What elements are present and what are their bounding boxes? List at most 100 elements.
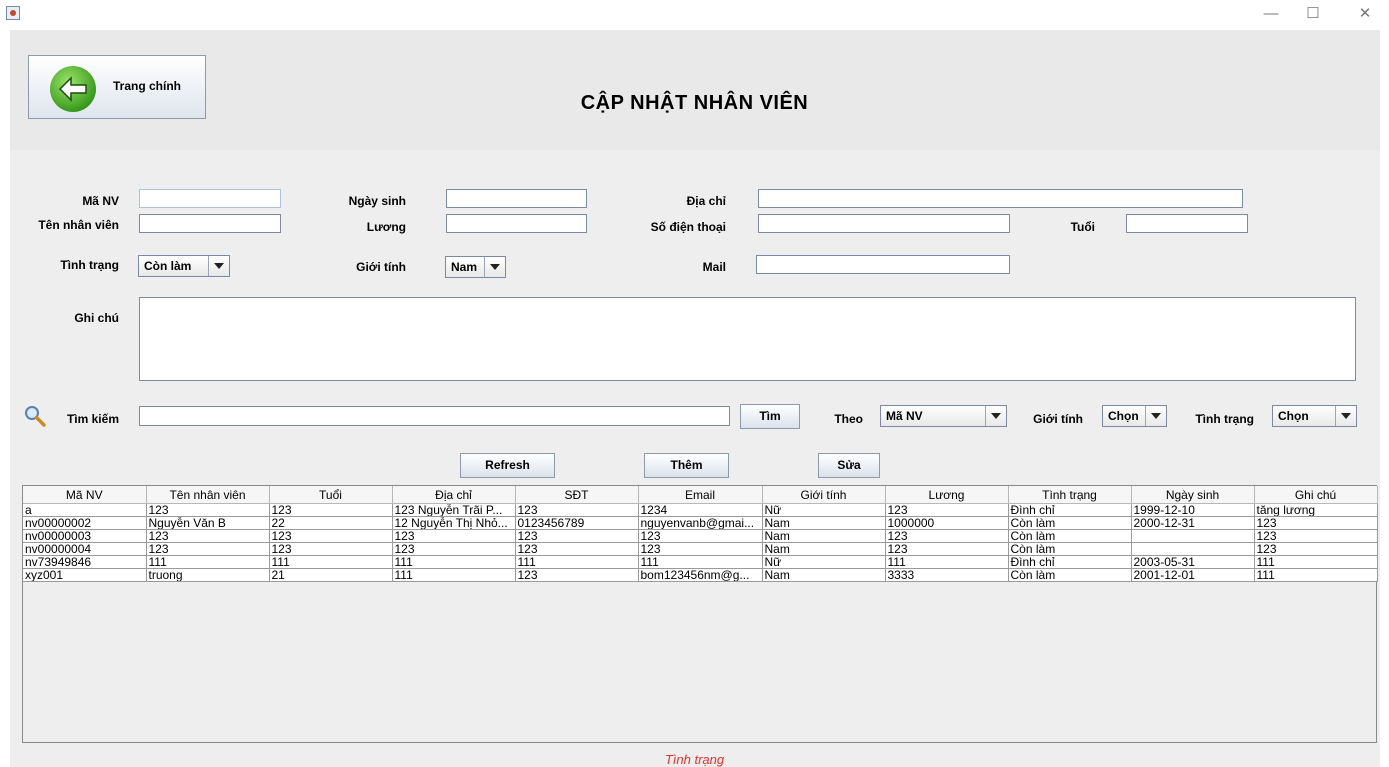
table-cell[interactable]: Còn làm <box>1008 568 1132 582</box>
add-button[interactable]: Thêm <box>644 453 729 478</box>
table-cell[interactable]: 123 <box>269 542 393 556</box>
table-cell[interactable]: Nam <box>762 542 886 556</box>
table-cell[interactable]: 123 <box>392 542 516 556</box>
table-cell[interactable]: 21 <box>269 568 393 582</box>
table-cell[interactable]: 123 Nguyễn Trãi P... <box>392 503 516 517</box>
gioi-tinh-select[interactable]: Nam <box>445 256 506 278</box>
table-cell[interactable]: 123 <box>885 529 1009 543</box>
table-cell[interactable]: tăng lương <box>1254 503 1378 517</box>
table-cell[interactable]: truong <box>146 568 270 582</box>
table-row[interactable]: nv00000002 Nguyễn Văn B 22 12 Nguyễn Thị Nh… <box>23 516 1378 530</box>
table-cell[interactable] <box>1131 542 1255 556</box>
table-cell[interactable] <box>1131 529 1255 543</box>
column-header[interactable]: Lương <box>885 486 1009 504</box>
table-row[interactable]: xyz001 truong 21 111 123 bom123456nm@g... Nam 3… <box>23 568 1378 582</box>
table-cell[interactable]: 0123456789 <box>515 516 639 530</box>
table-cell[interactable]: 1999-12-10 <box>1131 503 1255 517</box>
dia-chi-input[interactable] <box>758 189 1243 208</box>
table-cell[interactable]: 123 <box>885 542 1009 556</box>
column-header[interactable]: Ghi chú <box>1254 486 1378 504</box>
table-cell[interactable]: nv00000002 <box>23 516 147 530</box>
search-gioi-tinh-select[interactable]: Chọn <box>1102 405 1167 427</box>
table-cell[interactable]: 123 <box>269 529 393 543</box>
tinh-trang-select[interactable]: Còn làm <box>138 255 230 277</box>
table-cell[interactable]: 111 <box>638 555 763 569</box>
table-cell[interactable]: 111 <box>146 555 270 569</box>
table-cell[interactable]: Nam <box>762 516 886 530</box>
table-cell[interactable]: 123 <box>146 529 270 543</box>
table-row[interactable]: nv00000003 123 123 123 123 123 Nam 123 Còn làm 12… <box>23 529 1378 543</box>
column-header[interactable]: Tên nhân viên <box>146 486 270 504</box>
mail-input[interactable] <box>756 255 1010 274</box>
ghi-chu-textarea[interactable] <box>139 297 1356 381</box>
table-cell[interactable]: Còn làm <box>1008 542 1132 556</box>
table-cell[interactable]: Nam <box>762 568 886 582</box>
table-cell[interactable]: Nam <box>762 529 886 543</box>
column-header[interactable]: Tuổi <box>269 486 393 504</box>
table-cell[interactable]: bom123456nm@g... <box>638 568 763 582</box>
table-cell[interactable]: 123 <box>146 503 270 517</box>
table-cell[interactable]: Đình chỉ <box>1008 503 1132 517</box>
column-header[interactable]: Email <box>638 486 763 504</box>
table-cell[interactable]: 123 <box>146 542 270 556</box>
ten-nv-input[interactable] <box>139 214 281 233</box>
table-cell[interactable]: Còn làm <box>1008 516 1132 530</box>
table-cell[interactable]: 22 <box>269 516 393 530</box>
table-cell[interactable]: 123 <box>269 503 393 517</box>
column-header[interactable]: Tình trạng <box>1008 486 1132 504</box>
luong-input[interactable] <box>446 214 587 233</box>
table-row[interactable]: nv00000004 123 123 123 123 123 Nam 123 Còn làm 12… <box>23 542 1378 556</box>
table-cell[interactable]: 123 <box>515 568 639 582</box>
employee-table[interactable]: Mã NV Tên nhân viên Tuổi Địa chỉ SĐT Email Giớ… <box>22 485 1378 743</box>
sdt-input[interactable] <box>758 214 1010 233</box>
table-cell[interactable]: 12 Nguyễn Thị Nhỏ... <box>392 516 516 530</box>
table-cell[interactable]: 123 <box>515 542 639 556</box>
table-cell[interactable]: 123 <box>638 542 763 556</box>
table-row[interactable]: nv73949846 111 111 111 111 111 Nữ 111 Đình chỉ 20… <box>23 555 1378 569</box>
table-cell[interactable]: 111 <box>885 555 1009 569</box>
column-header[interactable]: Địa chỉ <box>392 486 516 504</box>
table-cell[interactable]: 2001-12-01 <box>1131 568 1255 582</box>
table-cell[interactable]: a <box>23 503 147 517</box>
table-cell[interactable]: Đình chỉ <box>1008 555 1132 569</box>
table-cell[interactable]: Nữ <box>762 503 886 517</box>
table-cell[interactable]: 111 <box>392 568 516 582</box>
table-cell[interactable]: nguyenvanb@gmai... <box>638 516 763 530</box>
edit-button[interactable]: Sửa <box>818 453 880 478</box>
column-header[interactable]: Giới tính <box>762 486 886 504</box>
table-cell[interactable]: 123 <box>515 503 639 517</box>
table-cell[interactable]: 2000-12-31 <box>1131 516 1255 530</box>
table-cell[interactable]: 123 <box>1254 529 1378 543</box>
refresh-button[interactable]: Refresh <box>460 453 555 478</box>
table-cell[interactable]: 123 <box>1254 516 1378 530</box>
table-cell[interactable]: 123 <box>638 529 763 543</box>
maximize-button[interactable]: ☐ <box>1298 4 1328 24</box>
table-cell[interactable]: xyz001 <box>23 568 147 582</box>
column-header[interactable]: SĐT <box>515 486 639 504</box>
ma-nv-input[interactable] <box>139 189 281 208</box>
table-cell[interactable]: 111 <box>392 555 516 569</box>
search-input[interactable] <box>139 406 730 426</box>
search-tinh-trang-select[interactable]: Chọn <box>1272 405 1357 427</box>
ngay-sinh-input[interactable] <box>446 189 587 208</box>
table-row[interactable]: a 123 123 123 Nguyễn Trãi P... 123 1234 Nữ 123 Đ… <box>23 503 1378 517</box>
table-cell[interactable]: 111 <box>1254 555 1378 569</box>
close-button[interactable]: ✕ <box>1350 4 1380 24</box>
table-cell[interactable]: 123 <box>392 529 516 543</box>
table-cell[interactable]: nv00000004 <box>23 542 147 556</box>
table-cell[interactable]: 111 <box>515 555 639 569</box>
table-cell[interactable]: 123 <box>885 503 1009 517</box>
table-cell[interactable]: 111 <box>1254 568 1378 582</box>
minimize-button[interactable]: — <box>1256 4 1286 24</box>
table-cell[interactable]: 1000000 <box>885 516 1009 530</box>
theo-select[interactable]: Mã NV <box>880 405 1007 427</box>
table-cell[interactable]: 3333 <box>885 568 1009 582</box>
table-cell[interactable]: Nữ <box>762 555 886 569</box>
table-cell[interactable]: 2003-05-31 <box>1131 555 1255 569</box>
table-cell[interactable]: Nguyễn Văn B <box>146 516 270 530</box>
column-header[interactable]: Ngày sinh <box>1131 486 1255 504</box>
column-header[interactable]: Mã NV <box>23 486 147 504</box>
table-cell[interactable]: Còn làm <box>1008 529 1132 543</box>
table-cell[interactable]: 123 <box>515 529 639 543</box>
tuoi-input[interactable] <box>1126 214 1248 233</box>
